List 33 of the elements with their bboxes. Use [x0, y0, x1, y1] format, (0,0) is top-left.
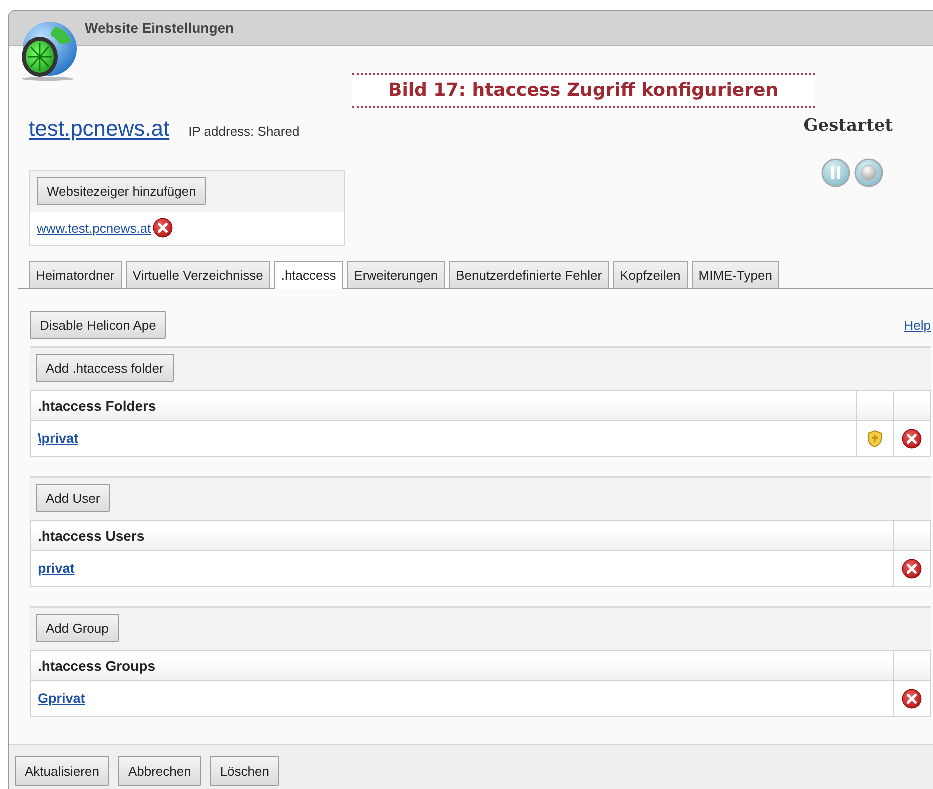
help-link[interactable]: Help [904, 318, 931, 333]
delete-icon[interactable] [902, 688, 922, 708]
add-button[interactable]: Add .htaccess folder [36, 354, 174, 382]
footer-button[interactable]: Abbrechen [118, 756, 202, 786]
shield-icon[interactable] [867, 430, 883, 448]
tab[interactable]: Benutzerdefinierte Fehler [449, 261, 610, 288]
delete-icon[interactable] [902, 558, 922, 578]
pointer-link[interactable]: www.test.pcnews.at [37, 220, 152, 236]
tab[interactable]: Kopfzeilen [613, 261, 688, 288]
tab[interactable]: .htaccess [274, 261, 344, 289]
entry-link[interactable]: privat [38, 561, 75, 576]
entry-link[interactable]: Gprivat [38, 691, 86, 706]
status-text: Gestartet [804, 116, 893, 136]
ip-address-text: IP address: Shared [188, 124, 300, 139]
window-title: Website Einstellungen [85, 20, 234, 36]
tab[interactable]: Virtuelle Verzeichnisse [126, 261, 270, 288]
column-header: .htaccess Users [30, 520, 894, 550]
entry-link[interactable]: \privat [38, 431, 79, 446]
tab[interactable]: Heimatordner [29, 261, 122, 288]
figure-caption: Bild 17: htaccess Zugriff konfigurieren [352, 73, 815, 108]
add-pointer-button[interactable]: Websitezeiger hinzufügen [37, 177, 206, 205]
footer-button[interactable]: Löschen [210, 756, 280, 786]
delete-icon[interactable] [902, 428, 922, 448]
add-button[interactable]: Add User [36, 484, 110, 512]
add-button[interactable]: Add Group [36, 614, 119, 642]
tab[interactable]: Erweiterungen [347, 261, 446, 288]
footer-button[interactable]: Aktualisieren [15, 756, 110, 786]
column-header: .htaccess Groups [30, 650, 894, 680]
column-header: .htaccess Folders [30, 390, 856, 420]
site-link[interactable]: test.pcnews.at [29, 116, 170, 142]
disable-button[interactable]: Disable Helicon Ape [30, 311, 166, 339]
delete-icon[interactable] [153, 218, 174, 238]
tab[interactable]: MIME-Typen [692, 261, 780, 288]
